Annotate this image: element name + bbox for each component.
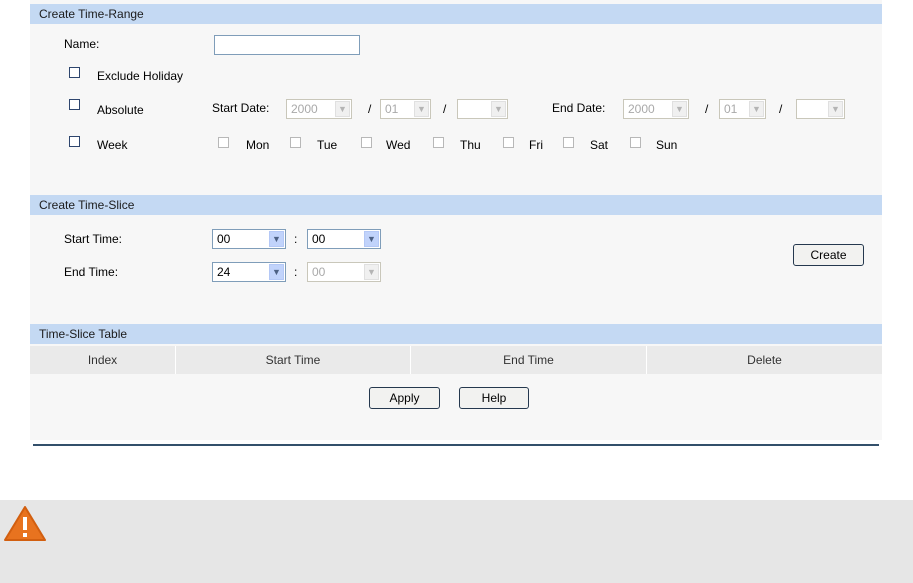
- time-slice-table-header: Time-Slice Table: [30, 324, 882, 344]
- start-year-select[interactable]: 2000 ▼: [286, 99, 352, 119]
- end-date-label: End Date:: [552, 101, 606, 115]
- start-minute-value: 00: [312, 232, 326, 246]
- start-time-label: Start Time:: [64, 232, 123, 246]
- note-panel: [0, 500, 913, 583]
- divider: [33, 444, 879, 446]
- chevron-down-icon: ▼: [269, 264, 284, 280]
- end-minute-value: 00: [312, 265, 326, 279]
- date-separator: /: [368, 102, 372, 116]
- date-separator: /: [779, 102, 783, 116]
- absolute-label: Absolute: [97, 103, 144, 117]
- end-time-label: End Time:: [64, 265, 119, 279]
- apply-button[interactable]: Apply: [369, 387, 440, 409]
- name-input[interactable]: [214, 35, 360, 55]
- day-checkbox-sun[interactable]: [630, 137, 641, 148]
- column-header-start-time: Start Time: [175, 346, 410, 374]
- day-checkbox-mon[interactable]: [218, 137, 229, 148]
- chevron-down-icon: ▼: [749, 101, 764, 117]
- exclude-holiday-label: Exclude Holiday: [97, 69, 184, 83]
- day-checkbox-thu[interactable]: [433, 137, 444, 148]
- week-checkbox[interactable]: [69, 136, 80, 147]
- day-label-tue: Tue: [317, 138, 338, 152]
- chevron-down-icon: ▼: [269, 231, 284, 247]
- end-month-select[interactable]: 01 ▼: [719, 99, 766, 119]
- start-month-select[interactable]: 01 ▼: [380, 99, 431, 119]
- day-checkbox-fri[interactable]: [503, 137, 514, 148]
- column-header-delete: Delete: [646, 346, 882, 374]
- warning-icon: [2, 504, 48, 544]
- column-header-end-time: End Time: [410, 346, 646, 374]
- day-label-sun: Sun: [656, 138, 678, 152]
- time-colon: :: [294, 232, 298, 246]
- start-hour-select[interactable]: 00 ▼: [212, 229, 286, 249]
- chevron-down-icon: ▼: [828, 101, 843, 117]
- column-header-index: Index: [87, 353, 118, 367]
- end-month-value: 01: [724, 102, 738, 116]
- day-label-sat: Sat: [590, 138, 609, 152]
- start-year-value: 2000: [291, 102, 318, 116]
- help-button[interactable]: Help: [459, 387, 529, 409]
- day-label-fri: Fri: [529, 138, 543, 152]
- week-label: Week: [97, 138, 128, 152]
- chevron-down-icon: ▼: [672, 101, 687, 117]
- start-hour-value: 00: [217, 232, 231, 246]
- start-date-label: Start Date:: [212, 101, 270, 115]
- end-year-value: 2000: [628, 102, 655, 116]
- end-minute-select[interactable]: 00 ▼: [307, 262, 381, 282]
- exclude-holiday-checkbox[interactable]: [69, 67, 80, 78]
- day-label-mon: Mon: [246, 138, 270, 152]
- start-day-select[interactable]: ▼: [457, 99, 508, 119]
- time-colon: :: [294, 265, 298, 279]
- end-hour-select[interactable]: 24 ▼: [212, 262, 286, 282]
- create-button[interactable]: Create: [793, 244, 864, 266]
- form-panel: [30, 0, 882, 440]
- day-label-wed: Wed: [386, 138, 411, 152]
- day-label-thu: Thu: [460, 138, 481, 152]
- date-separator: /: [443, 102, 447, 116]
- end-year-select[interactable]: 2000 ▼: [623, 99, 689, 119]
- chevron-down-icon: ▼: [414, 101, 429, 117]
- chevron-down-icon: ▼: [364, 264, 379, 280]
- chevron-down-icon: ▼: [335, 101, 350, 117]
- start-month-value: 01: [385, 102, 399, 116]
- day-checkbox-sat[interactable]: [563, 137, 574, 148]
- absolute-checkbox[interactable]: [69, 99, 80, 110]
- start-minute-select[interactable]: 00 ▼: [307, 229, 381, 249]
- time-slice-header: Create Time-Slice: [30, 195, 882, 215]
- end-day-select[interactable]: ▼: [796, 99, 845, 119]
- time-range-header: Create Time-Range: [30, 4, 882, 24]
- time-slice-table: Index Start Time End Time Delete: [30, 346, 882, 374]
- end-hour-value: 24: [217, 265, 231, 279]
- date-separator: /: [705, 102, 709, 116]
- chevron-down-icon: ▼: [364, 231, 379, 247]
- day-checkbox-wed[interactable]: [361, 137, 372, 148]
- name-label: Name:: [64, 37, 100, 51]
- chevron-down-icon: ▼: [491, 101, 506, 117]
- day-checkbox-tue[interactable]: [290, 137, 301, 148]
